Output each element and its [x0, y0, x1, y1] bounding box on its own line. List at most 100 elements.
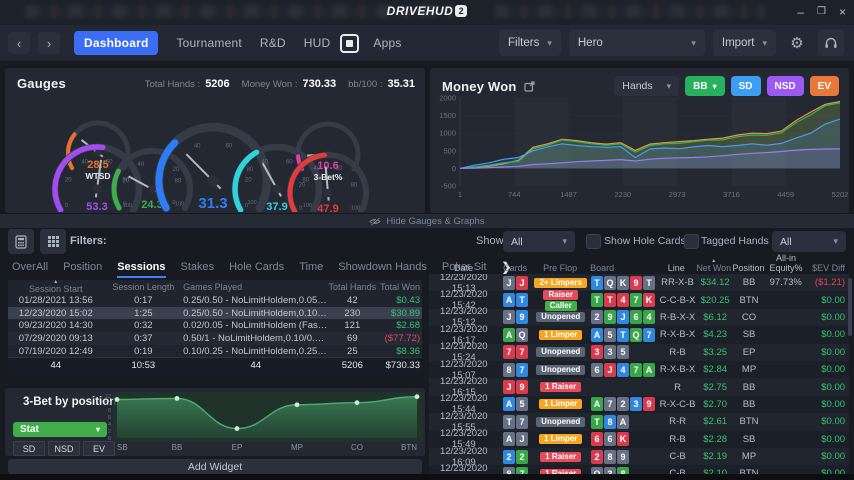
- card-chip: Q: [516, 328, 528, 342]
- nav-tab-tournament[interactable]: Tournament: [176, 36, 241, 50]
- col-header-all-in-equity[interactable]: All-in Equity%: [764, 253, 807, 273]
- maximize-button[interactable]: ❐: [817, 3, 826, 21]
- col-header-games-played[interactable]: Games Played: [183, 282, 328, 292]
- import-dropdown[interactable]: Import▾: [713, 30, 776, 56]
- col-header-cards[interactable]: Cards: [498, 263, 532, 273]
- money-won-title: Money Won: [442, 79, 517, 94]
- col-header-date[interactable]: Date: [429, 263, 498, 273]
- tagged-hands-dropdown[interactable]: All▾: [772, 231, 846, 252]
- minimize-button[interactable]: –: [797, 3, 804, 21]
- nav-tab-r-d[interactable]: R&D: [260, 36, 286, 50]
- filters-dropdown[interactable]: Filters▾: [499, 30, 561, 56]
- gauge-value: 47.9: [317, 203, 338, 212]
- col-header-session-start[interactable]: ▴Session Start: [8, 281, 104, 294]
- col-header-ev-diff[interactable]: $EV Diff: [808, 263, 849, 273]
- col-header-total-hands[interactable]: Total Hands: [328, 282, 376, 292]
- session-row[interactable]: 07/29/2020 09:130:370.50/1 - NoLimitHold…: [8, 332, 422, 345]
- support-button[interactable]: [818, 30, 844, 56]
- card-chip: T: [643, 276, 655, 290]
- svg-text:500: 500: [443, 146, 456, 155]
- col-header-line[interactable]: Line: [658, 263, 695, 273]
- hand-row[interactable]: 12/23/2020 15:33871 RaiserQ38C-B$2.10BTN…: [429, 465, 849, 474]
- session-row[interactable]: 12/23/2020 15:021:250.25/0.50 - NoLimitH…: [8, 307, 422, 320]
- settings-button[interactable]: ⚙: [784, 30, 810, 56]
- session-row[interactable]: 09/23/2020 14:300:320.02/0.05 - NoLimitH…: [8, 319, 422, 332]
- card-chip: 2: [503, 450, 515, 464]
- report-tab-sessions[interactable]: Sessions: [117, 261, 165, 273]
- nsd-series-button[interactable]: NSD: [767, 76, 804, 96]
- svg-text:0: 0: [65, 203, 68, 209]
- hide-gauges-link[interactable]: Hide Gauges & Graphs: [0, 214, 854, 228]
- money-won-controls: Hands▾ BB▾ SD NSD EV: [614, 76, 839, 96]
- cell-ev-diff: $0.00: [807, 364, 849, 375]
- report-tab-position[interactable]: Position: [63, 261, 102, 273]
- money-won-panel: Money Won Hands▾ BB▾SDNSDEV -50005001000…: [430, 68, 849, 213]
- svg-text:40: 40: [314, 166, 321, 172]
- nav-tab-apps[interactable]: Apps: [373, 36, 401, 50]
- cell-hole-cards: 87: [499, 467, 533, 474]
- forward-button[interactable]: ›: [38, 32, 60, 54]
- col-header-position[interactable]: Position: [732, 263, 764, 273]
- show-hole-cards-checkbox[interactable]: [586, 234, 601, 249]
- cell-board: 29J64: [589, 310, 659, 324]
- svg-text:12: 12: [105, 394, 111, 400]
- threebet-chart: 024681012SBBBEPMPCOBTN: [101, 390, 423, 456]
- show-label: Show: [476, 235, 504, 247]
- report-tab-showdown-hands[interactable]: Showdown Hands: [338, 261, 427, 273]
- session-row[interactable]: 07/19/2020 12:490:190.10/0.25 - NoLimitH…: [8, 345, 422, 358]
- back-button[interactable]: ‹: [8, 32, 30, 54]
- cell-position: BB: [734, 277, 764, 288]
- widgets-button[interactable]: [40, 229, 66, 254]
- grid-icon: [47, 235, 60, 248]
- report-tab-stakes[interactable]: Stakes: [181, 261, 215, 273]
- cell-preflop: Unopened: [533, 312, 589, 322]
- session-row[interactable]: 01/28/2021 13:560:170.25/0.50 - NoLimitH…: [8, 294, 422, 307]
- cell-line: RR-X-B: [659, 277, 697, 288]
- cell-line: R-X-B-X: [659, 329, 697, 340]
- report-tab-overall[interactable]: OverAll: [12, 261, 48, 273]
- bb-series-button[interactable]: BB▾: [685, 76, 724, 96]
- card-chip: 7: [604, 397, 616, 411]
- cell-line: C-C-B-X: [659, 295, 697, 306]
- footer-sessions-count: 44: [8, 360, 104, 371]
- popout-icon[interactable]: [524, 81, 535, 92]
- hands-table-scrollbar[interactable]: [848, 278, 852, 336]
- nav-tab-hud[interactable]: HUD: [304, 36, 331, 50]
- svg-text:0: 0: [172, 200, 175, 206]
- cell-line: R: [659, 382, 697, 393]
- cell-hole-cards: A5: [499, 397, 533, 411]
- report-builder-button[interactable]: [8, 229, 34, 254]
- show-dropdown[interactable]: All▾: [503, 231, 575, 252]
- report-tab-hole-cards[interactable]: Hole Cards: [229, 261, 284, 273]
- drivehud-logo: DRIVEHUD2: [0, 4, 854, 18]
- sd-mode-button[interactable]: SD: [13, 441, 45, 456]
- svg-text:100: 100: [351, 206, 360, 212]
- svg-text:40: 40: [81, 159, 88, 165]
- nav-tab-dashboard[interactable]: Dashboard: [74, 31, 158, 55]
- preflop-badge: Unopened: [536, 347, 585, 357]
- col-header-session-length[interactable]: Session Length: [104, 282, 184, 292]
- cell-ev-diff: $0.00: [807, 295, 849, 306]
- report-tab-time[interactable]: Time: [299, 261, 323, 273]
- add-widget-button[interactable]: Add Widget: [8, 459, 422, 474]
- col-header-board[interactable]: Board: [588, 263, 657, 273]
- hud-toggle[interactable]: [340, 34, 359, 53]
- col-header-net-won[interactable]: ▴Net Won: [695, 260, 732, 273]
- cell-hole-cards: J9: [499, 380, 533, 394]
- ev-series-button[interactable]: EV: [810, 76, 839, 96]
- sd-series-button[interactable]: SD: [731, 76, 761, 96]
- card-chip: 9: [630, 276, 642, 290]
- col-header-total-won[interactable]: Total Won: [376, 282, 422, 292]
- gauges-panel: Gauges Total Hands :5206Money Won :730.3…: [5, 68, 425, 213]
- cell-board: TQK9T: [589, 276, 659, 290]
- hands-dropdown[interactable]: Hands▾: [614, 76, 679, 96]
- nsd-mode-button[interactable]: NSD: [48, 441, 80, 456]
- tagged-hands-checkbox[interactable]: [684, 234, 699, 249]
- close-button[interactable]: ×: [839, 3, 846, 21]
- svg-text:40: 40: [194, 143, 201, 149]
- svg-text:5202: 5202: [832, 190, 849, 199]
- col-header-pre-flop[interactable]: Pre Flop: [532, 263, 588, 273]
- hero-dropdown[interactable]: Hero▾: [569, 30, 705, 56]
- cell-position: MP: [734, 364, 764, 375]
- stat-dropdown[interactable]: Stat▾: [13, 422, 107, 437]
